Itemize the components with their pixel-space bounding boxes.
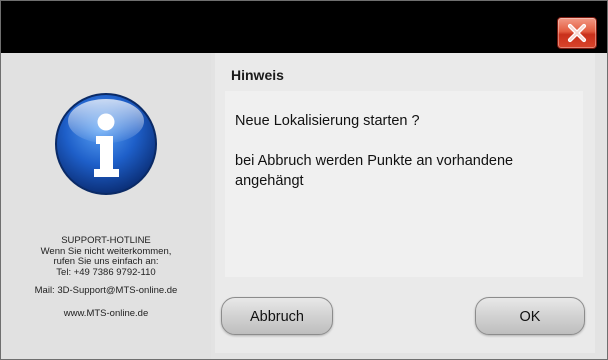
message-question: Neue Lokalisierung starten ? <box>235 113 420 129</box>
close-x-icon <box>567 23 587 43</box>
support-text-line2: rufen Sie uns einfach an: <box>53 256 159 267</box>
title-bar <box>1 1 607 53</box>
support-title: SUPPORT-HOTLINE <box>61 235 151 246</box>
support-hotline-info: SUPPORT-HOTLINE Wenn Sie nicht weiterkom… <box>1 235 211 319</box>
message-panel: Neue Lokalisierung starten ? bei Abbruch… <box>225 91 583 277</box>
dialog-content: Hinweis Neue Lokalisierung starten ? bei… <box>215 53 595 353</box>
support-phone: Tel: +49 7386 9792-110 <box>56 266 156 278</box>
ok-button[interactable]: OK <box>475 297 585 335</box>
message-note: bei Abbruch werden Punkte an vorhandene … <box>235 153 514 189</box>
info-icon <box>53 91 159 202</box>
close-button[interactable] <box>557 17 597 49</box>
dialog-window: SUPPORT-HOTLINE Wenn Sie nicht weiterkom… <box>0 0 608 360</box>
dialog-heading: Hinweis <box>231 67 284 83</box>
cancel-button[interactable]: Abbruch <box>221 297 333 335</box>
support-sidebar: SUPPORT-HOTLINE Wenn Sie nicht weiterkom… <box>1 53 211 359</box>
support-mail: Mail: 3D-Support@MTS-online.de <box>34 285 178 296</box>
support-website: www.MTS-online.de <box>63 307 149 319</box>
